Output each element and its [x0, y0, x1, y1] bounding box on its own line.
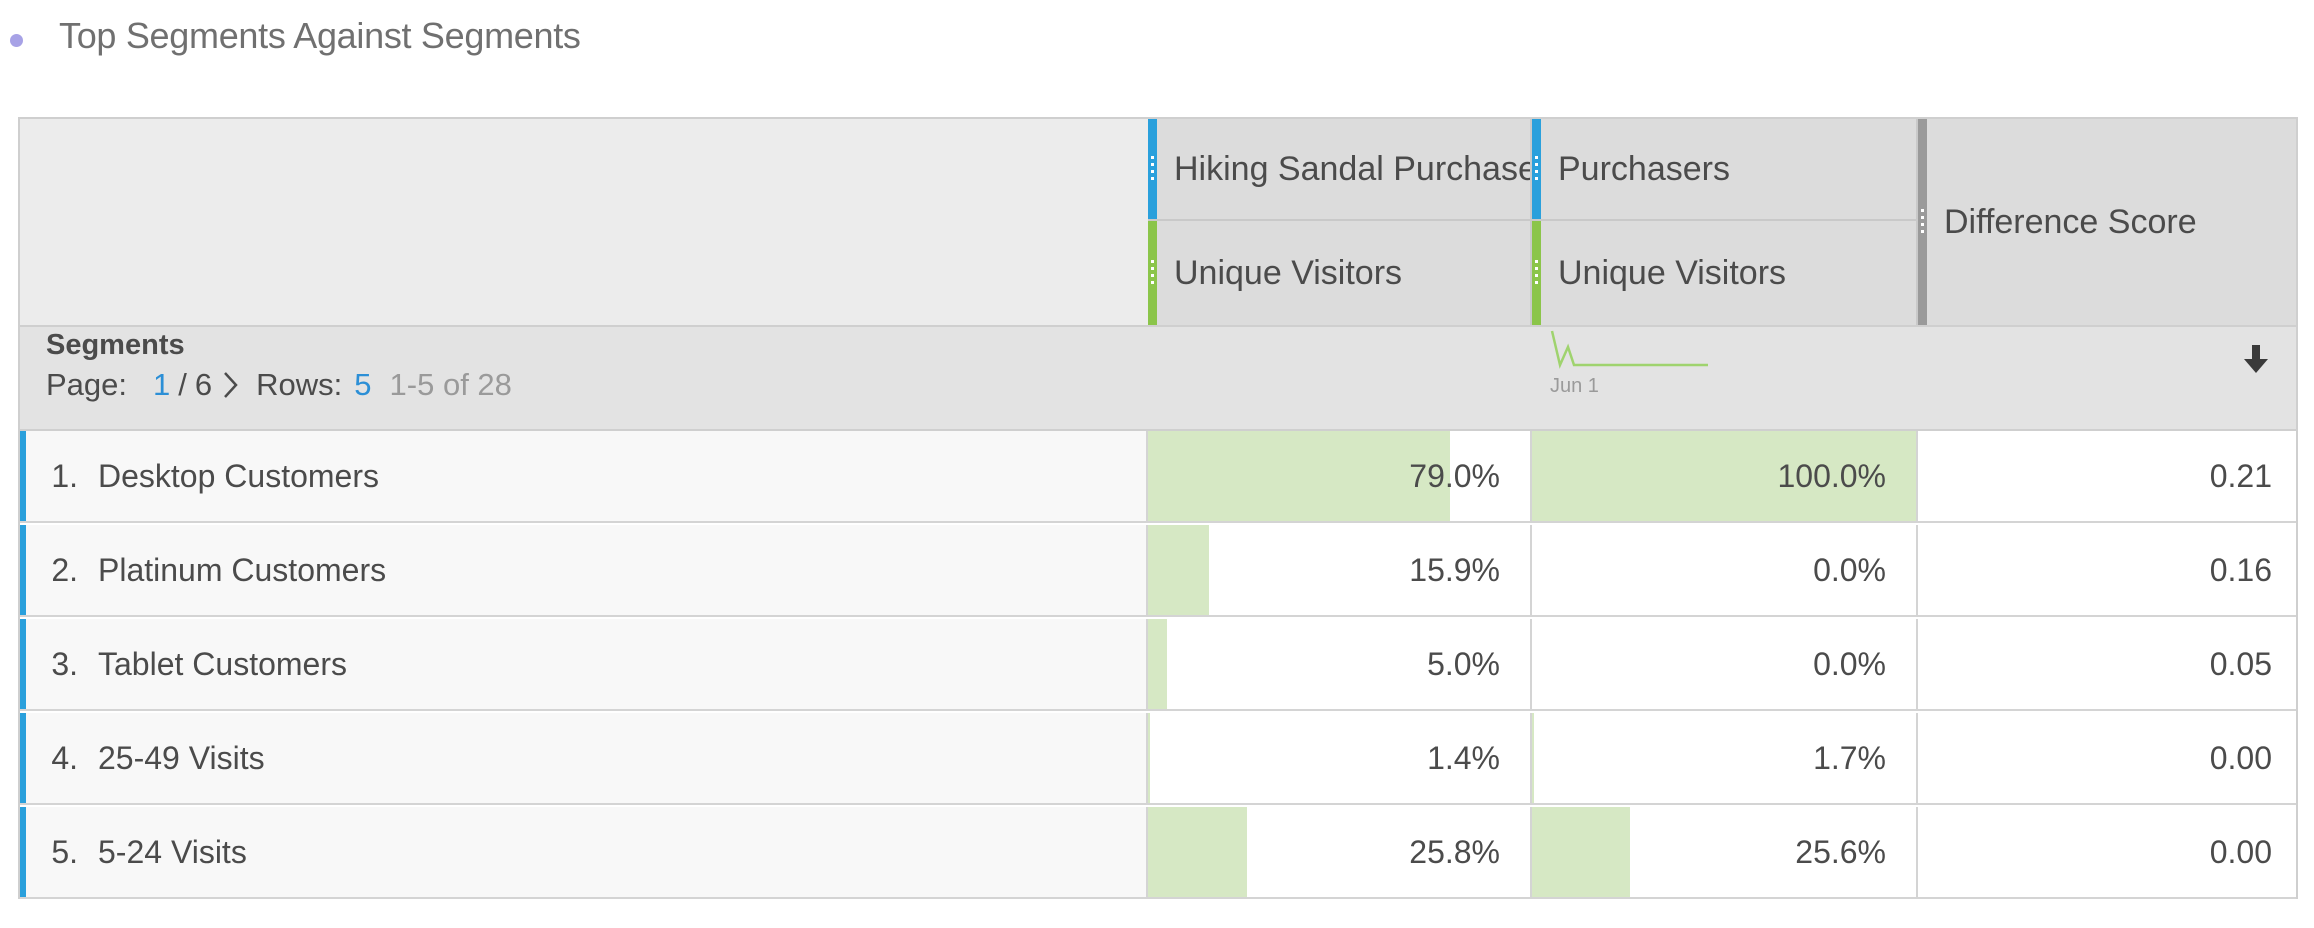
- difference-value: 0.21: [2209, 457, 2272, 494]
- row-number: 5.: [51, 833, 78, 870]
- percent-bar: [1532, 807, 1631, 897]
- metric-cell-b[interactable]: 25.6%: [1532, 807, 1918, 897]
- metric-cell-a[interactable]: 1.4%: [1148, 713, 1532, 803]
- row-segment-name[interactable]: 5-24 Visits: [98, 834, 247, 871]
- metric-cell-b[interactable]: 0.0%: [1532, 619, 1918, 709]
- page-label: Page:: [46, 367, 128, 402]
- table-row[interactable]: 1. Desktop Customers 79.0% 100.0% 0.21: [20, 431, 2296, 523]
- difference-cell[interactable]: 0.21: [1918, 431, 2296, 521]
- dimension-header: Segments Page: 1 / 6 Rows: 5 1-5 of 28 J…: [20, 325, 2296, 431]
- row-segment-name[interactable]: Tablet Customers: [98, 646, 347, 683]
- percent-bar: [1532, 713, 1534, 803]
- row-segment-name[interactable]: Desktop Customers: [98, 458, 379, 495]
- metric-value: 0.0%: [1813, 551, 1886, 588]
- chevron-right-icon[interactable]: [222, 371, 240, 399]
- freeform-table: Hiking Sandal Purchasers Unique Visitors…: [18, 117, 2298, 899]
- difference-cell[interactable]: 0.00: [1918, 807, 2296, 897]
- metric-value: 1.7%: [1813, 739, 1886, 776]
- row-number: 1.: [51, 457, 78, 494]
- column-header-segment-b[interactable]: Purchasers: [1532, 119, 1918, 221]
- page-separator: /: [178, 367, 187, 402]
- column-header-metric-a[interactable]: Unique Visitors: [1148, 221, 1532, 325]
- panel-bullet-icon: [10, 33, 23, 47]
- percent-bar: [1148, 619, 1168, 709]
- metric-value: 5.0%: [1427, 645, 1500, 682]
- column-header-segment-a[interactable]: Hiking Sandal Purchasers: [1148, 119, 1532, 221]
- difference-cell[interactable]: 0.00: [1918, 713, 2296, 803]
- row-range: 1-5 of 28: [389, 367, 512, 402]
- row-number: 4.: [51, 739, 78, 776]
- metric-value: 1.4%: [1427, 739, 1500, 776]
- metric-cell-a[interactable]: 15.9%: [1148, 525, 1532, 615]
- percent-bar: [1148, 431, 1450, 521]
- table-row[interactable]: 4. 25-49 Visits 1.4% 1.7% 0.00: [20, 713, 2296, 805]
- total-pages: 6: [194, 367, 213, 402]
- current-page-input[interactable]: 1: [153, 367, 170, 403]
- percent-bar: [1148, 713, 1150, 803]
- column-header-metric-b[interactable]: Unique Visitors: [1532, 221, 1918, 325]
- table-row[interactable]: 3. Tablet Customers 5.0% 0.0% 0.05: [20, 619, 2296, 711]
- rows-label: Rows:: [256, 367, 343, 402]
- row-name-cell[interactable]: 5. 5-24 Visits: [26, 807, 1148, 897]
- row-name-cell[interactable]: 4. 25-49 Visits: [26, 713, 1148, 803]
- row-name-cell[interactable]: 1. Desktop Customers: [26, 431, 1148, 521]
- row-name-cell[interactable]: 3. Tablet Customers: [26, 619, 1148, 709]
- metric-value: 100.0%: [1777, 457, 1886, 494]
- difference-cell[interactable]: 0.16: [1918, 525, 2296, 615]
- metric-value: 0.0%: [1813, 645, 1886, 682]
- sort-down-arrow-icon[interactable]: [2240, 339, 2272, 379]
- difference-color-tag[interactable]: [1918, 119, 1927, 325]
- table-header: Hiking Sandal Purchasers Unique Visitors…: [20, 119, 2296, 325]
- row-number: 2.: [51, 551, 78, 588]
- metric-color-tag[interactable]: [1532, 221, 1541, 325]
- column-header-difference[interactable]: Difference Score: [1918, 119, 2296, 325]
- metric-cell-a[interactable]: 79.0%: [1148, 431, 1532, 521]
- metric-value: 25.6%: [1795, 833, 1886, 870]
- metric-cell-a[interactable]: 25.8%: [1148, 807, 1532, 897]
- difference-value: 0.00: [2209, 739, 2272, 776]
- metric-cell-a[interactable]: 5.0%: [1148, 619, 1532, 709]
- segment-color-tag[interactable]: [1148, 119, 1157, 219]
- difference-value: 0.05: [2209, 645, 2272, 682]
- metric-cell-b[interactable]: 1.7%: [1532, 713, 1918, 803]
- dimension-title[interactable]: Segments: [46, 329, 185, 362]
- panel-title[interactable]: Top Segments Against Segments: [59, 15, 581, 57]
- metric-color-tag[interactable]: [1148, 221, 1157, 325]
- pagination: Page: 1 / 6 Rows: 5 1-5 of 28: [46, 367, 512, 403]
- difference-cell[interactable]: 0.05: [1918, 619, 2296, 709]
- metric-cell-b[interactable]: 100.0%: [1532, 431, 1918, 521]
- metric-value: 79.0%: [1409, 457, 1500, 494]
- row-segment-name[interactable]: 25-49 Visits: [98, 740, 265, 777]
- column-metric-label: Unique Visitors: [1174, 253, 1403, 292]
- sparkline-date: Jun 1: [1550, 375, 1599, 397]
- row-name-cell[interactable]: 2. Platinum Customers: [26, 525, 1148, 615]
- sparkline[interactable]: [1550, 327, 1710, 371]
- rows-per-page-select[interactable]: 5: [354, 367, 371, 403]
- percent-bar: [1148, 807, 1247, 897]
- panel-header: Top Segments Against Segments: [10, 8, 581, 64]
- difference-value: 0.00: [2209, 833, 2272, 870]
- row-number: 3.: [51, 645, 78, 682]
- column-segment-label: Purchasers: [1558, 149, 1730, 188]
- table-row[interactable]: 2. Platinum Customers 15.9% 0.0% 0.16: [20, 525, 2296, 617]
- percent-bar: [1148, 525, 1209, 615]
- metric-value: 25.8%: [1409, 833, 1500, 870]
- segment-color-tag[interactable]: [1532, 119, 1541, 219]
- table-row[interactable]: 5. 5-24 Visits 25.8% 25.6% 0.00: [20, 807, 2296, 899]
- difference-label: Difference Score: [1944, 202, 2197, 241]
- column-metric-label: Unique Visitors: [1558, 253, 1787, 292]
- column-segment-label: Hiking Sandal Purchasers: [1174, 149, 1532, 188]
- metric-cell-b[interactable]: 0.0%: [1532, 525, 1918, 615]
- row-segment-name[interactable]: Platinum Customers: [98, 552, 386, 589]
- metric-value: 15.9%: [1409, 551, 1500, 588]
- difference-value: 0.16: [2209, 551, 2272, 588]
